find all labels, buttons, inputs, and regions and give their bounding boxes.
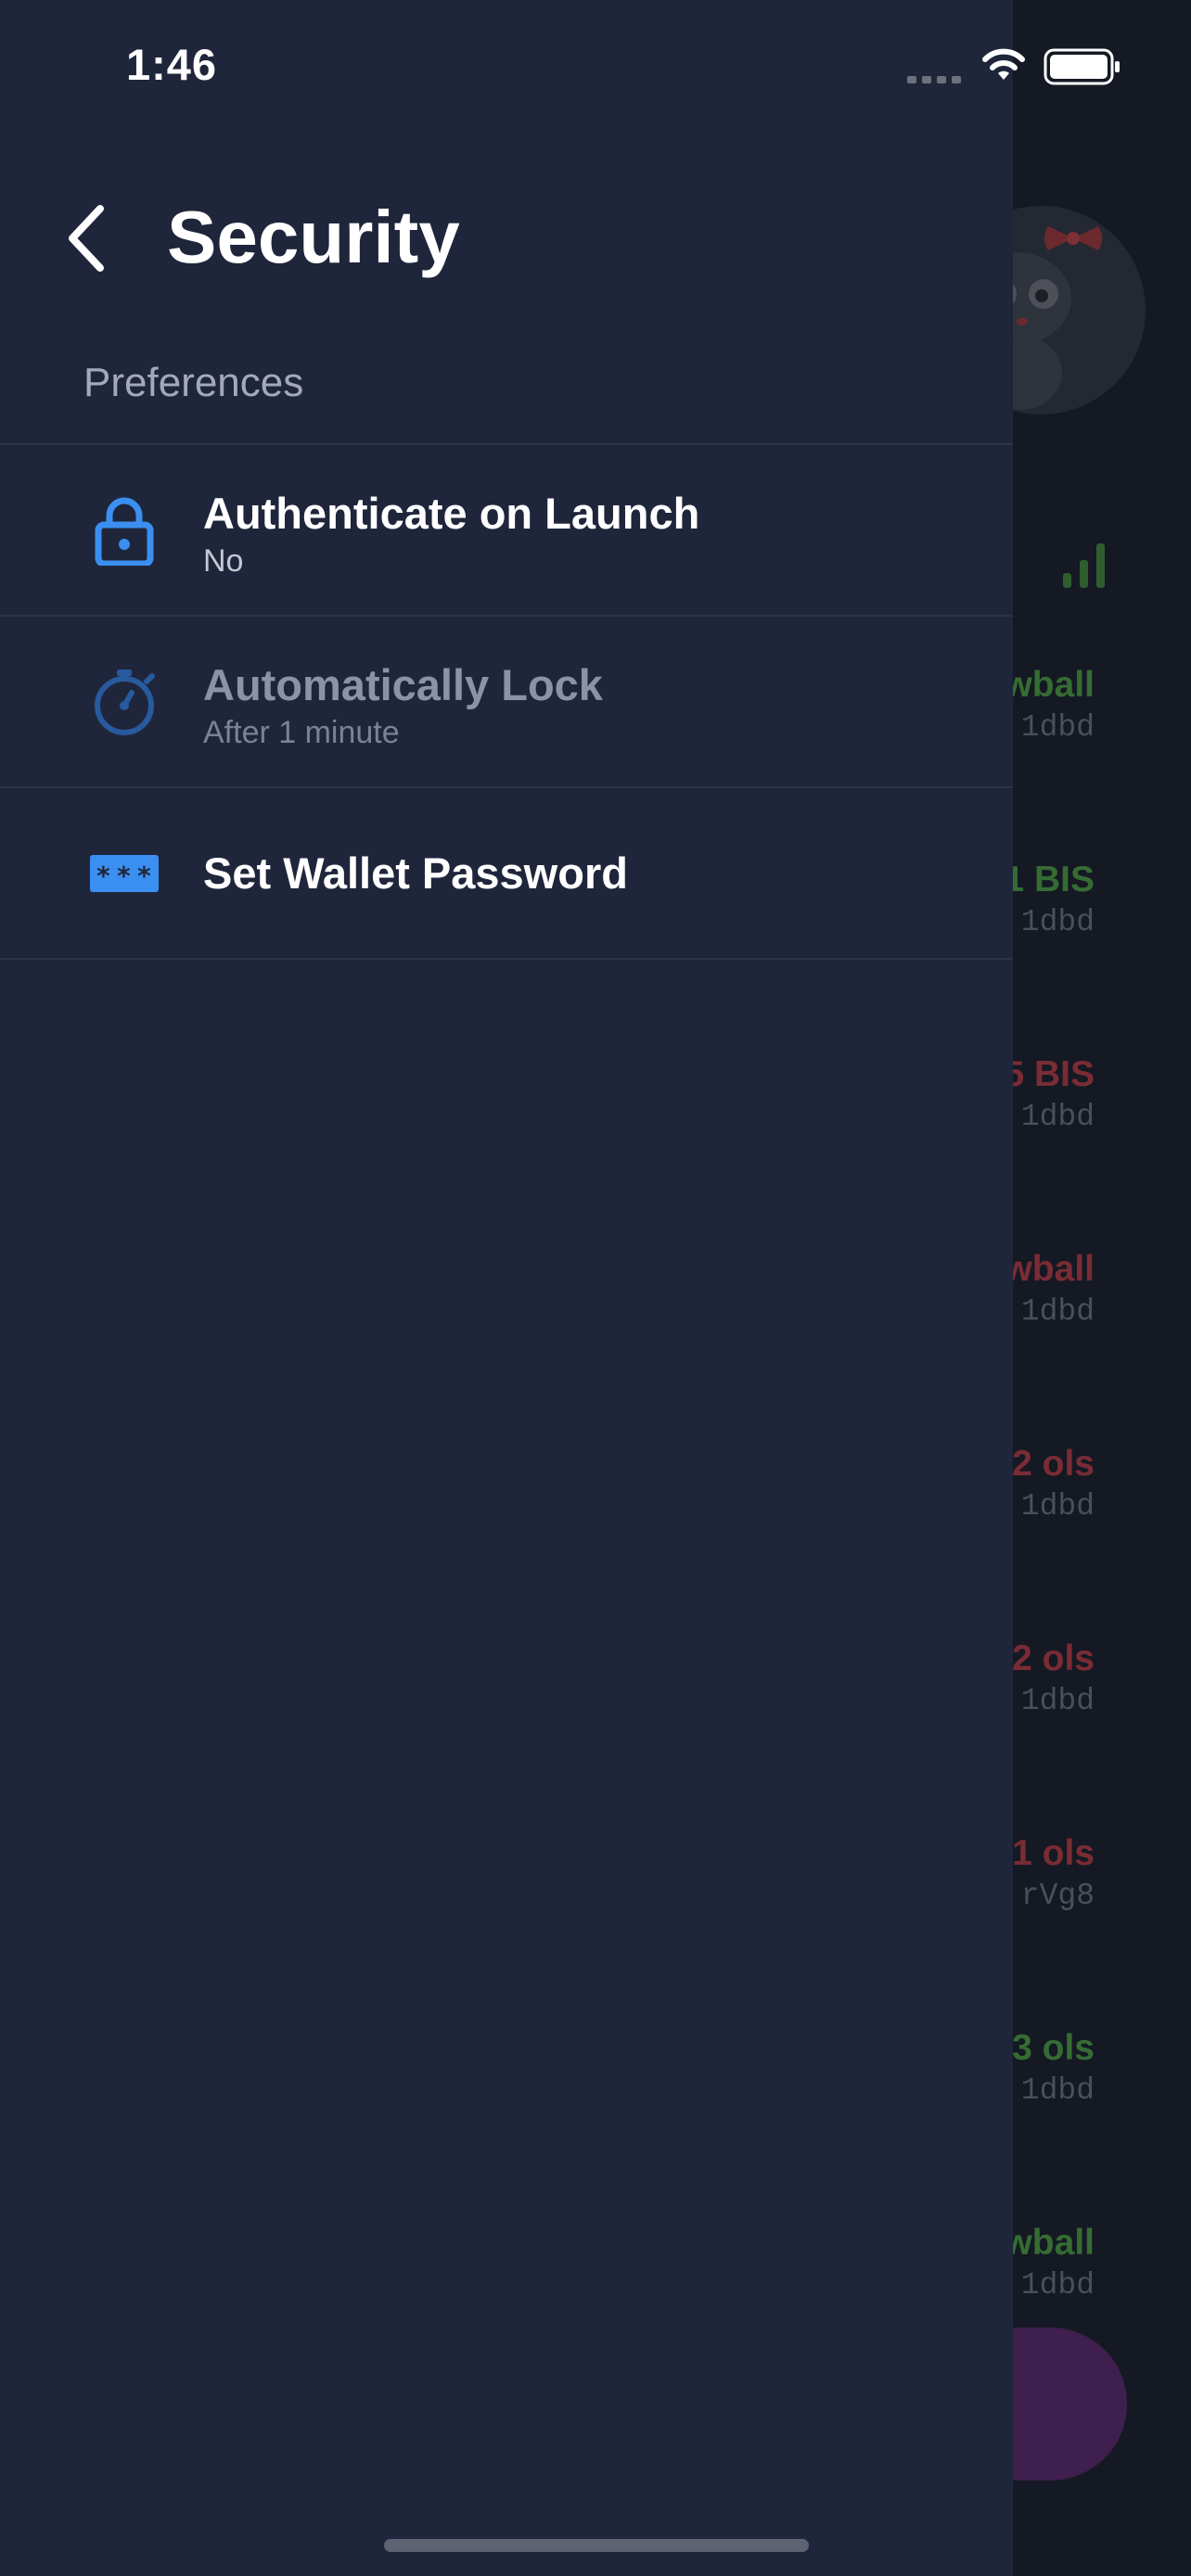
pref-item-title: Set Wallet Password (203, 848, 628, 898)
section-label: Preferences (83, 360, 304, 405)
lock-icon (89, 495, 160, 566)
pref-item-authenticate-on-launch[interactable]: Authenticate on Launch No (0, 443, 1013, 615)
pref-item-automatically-lock[interactable]: Automatically Lock After 1 minute (0, 615, 1013, 786)
network-signal-icon (1063, 543, 1105, 588)
pref-item-title: Automatically Lock (203, 660, 603, 709)
timer-icon (89, 667, 160, 737)
security-drawer: Security Preferences Authenticate on Lau… (0, 0, 1013, 2576)
svg-text:*: * (136, 861, 152, 891)
page-title: Security (167, 196, 460, 278)
wifi-icon (982, 48, 1025, 80)
status-time: 1:46 (126, 40, 218, 89)
header: Security (0, 176, 1013, 297)
home-indicator[interactable] (384, 2539, 809, 2552)
password-icon: * * * (89, 838, 160, 909)
status-bar: 1:46 (0, 0, 1191, 130)
pref-item-title: Authenticate on Launch (203, 489, 700, 538)
pref-item-set-wallet-password[interactable]: * * * Set Wallet Password (0, 786, 1013, 960)
screen: wball 1dbd 1 BIS 1dbd 5 BIS 1dbd wball 1… (0, 0, 1191, 2576)
chevron-left-icon (69, 205, 104, 272)
svg-text:*: * (96, 861, 111, 891)
preferences-list: Authenticate on Launch No Automatically … (0, 443, 1013, 960)
back-button[interactable] (48, 197, 122, 280)
pref-item-value: After 1 minute (203, 715, 400, 750)
pref-item-value: No (203, 543, 244, 579)
svg-text:*: * (116, 861, 132, 891)
cellular-signal-icon (907, 76, 961, 83)
battery-icon (1044, 48, 1120, 85)
